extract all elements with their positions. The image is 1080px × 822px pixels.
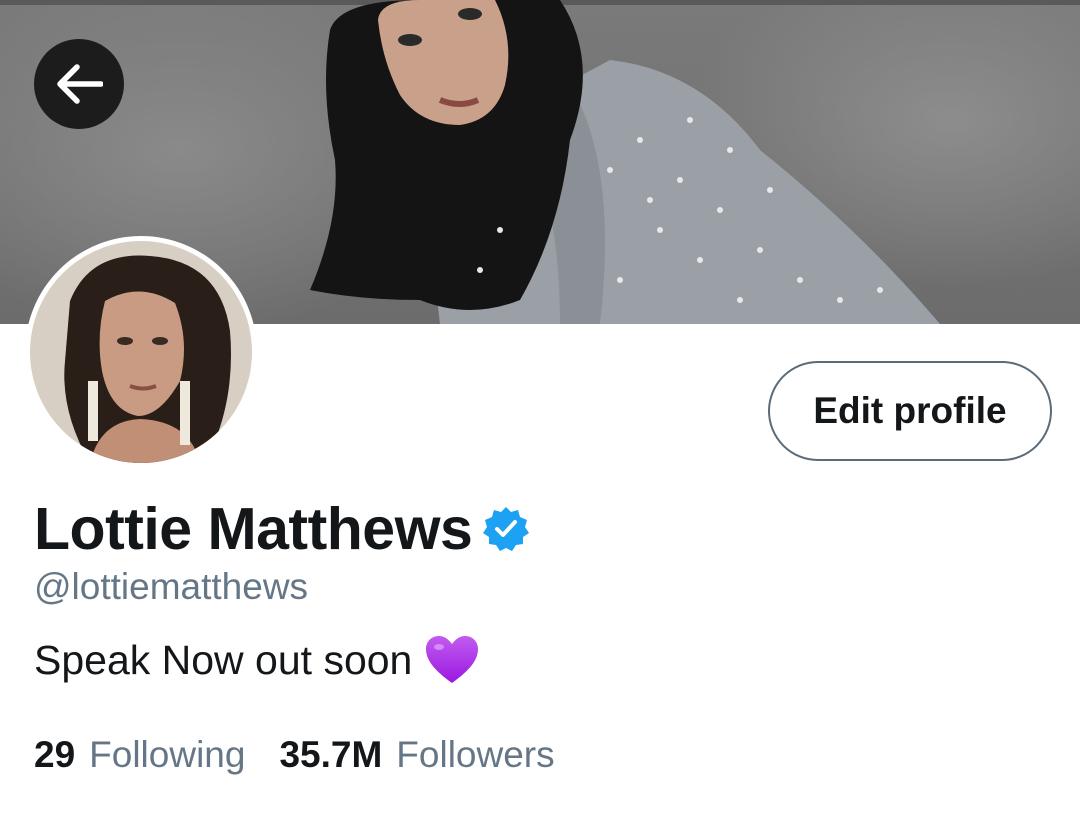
- following-stat[interactable]: 29 Following: [34, 734, 245, 776]
- bio-row: Speak Now out soon: [34, 632, 480, 688]
- profile-page: Edit profile Lottie Matthews @lottiematt…: [0, 0, 1080, 822]
- following-label: Following: [89, 734, 246, 775]
- edit-profile-button[interactable]: Edit profile: [768, 361, 1052, 461]
- user-handle: @lottiematthews: [34, 566, 309, 607]
- avatar[interactable]: [25, 236, 257, 468]
- avatar-image: [30, 241, 252, 463]
- display-name: Lottie Matthews: [34, 496, 473, 562]
- verified-badge-icon[interactable]: [482, 505, 530, 553]
- following-count: 29: [34, 734, 76, 775]
- display-name-row: Lottie Matthews: [34, 496, 530, 562]
- bio-text: Speak Now out soon: [34, 636, 413, 683]
- followers-count: 35.7M: [279, 734, 383, 775]
- stats-row: 29 Following 35.7M Followers: [34, 730, 555, 780]
- arrow-left-icon: [57, 64, 103, 104]
- followers-stat[interactable]: 35.7M Followers: [279, 734, 554, 776]
- followers-label: Followers: [396, 734, 555, 775]
- purple-heart-icon: [426, 636, 479, 683]
- back-button[interactable]: [34, 39, 124, 129]
